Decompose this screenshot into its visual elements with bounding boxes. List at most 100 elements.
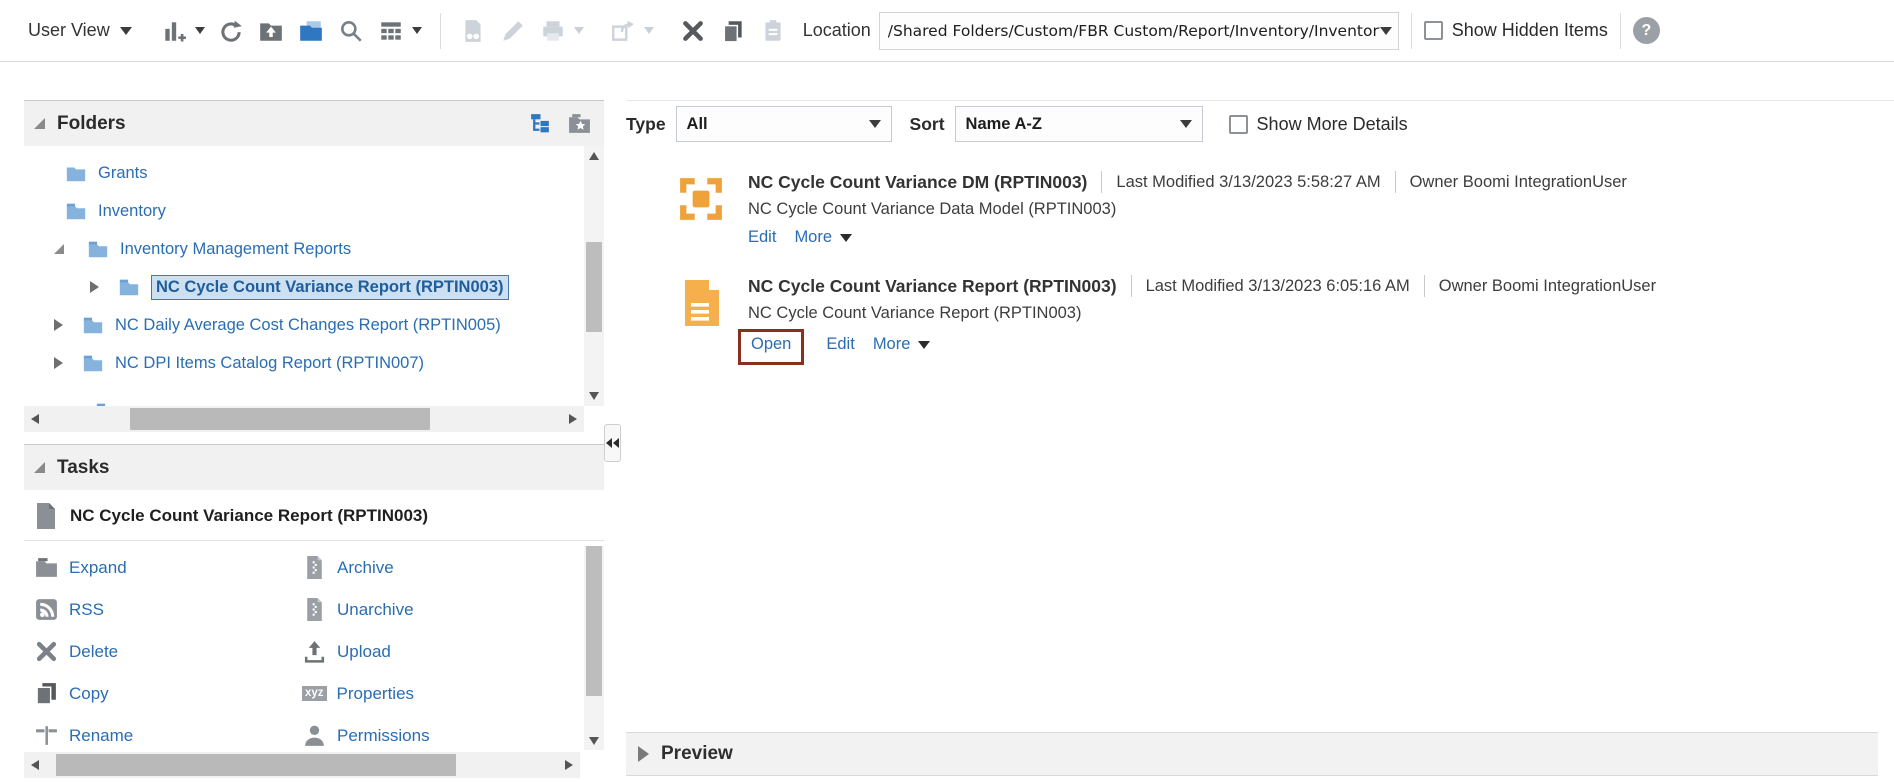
- task-copy[interactable]: Copy: [34, 681, 302, 706]
- tasks-panel-header[interactable]: Tasks: [24, 444, 604, 490]
- task-link-label[interactable]: Rename: [69, 726, 133, 746]
- show-hidden-checkbox[interactable]: [1424, 21, 1443, 40]
- collapse-triangle-icon[interactable]: [34, 118, 45, 129]
- task-rss[interactable]: RSS: [34, 597, 302, 622]
- folder-icon: [64, 162, 88, 184]
- tasks-horizontal-scrollbar[interactable]: [24, 752, 580, 778]
- tree-item-nc-dpi-items-catalog[interactable]: NC DPI Items Catalog Report (RPTIN007): [24, 344, 604, 382]
- task-upload[interactable]: Upload: [302, 639, 604, 664]
- divider: [1424, 275, 1425, 297]
- task-expand[interactable]: Expand: [34, 555, 302, 580]
- location-dropdown[interactable]: [879, 12, 1399, 50]
- scroll-right-icon[interactable]: [569, 414, 577, 424]
- type-label: Type: [626, 114, 666, 135]
- edit-link[interactable]: Edit: [826, 335, 854, 354]
- task-archive[interactable]: Archive: [302, 555, 604, 580]
- tree-item-label[interactable]: Inventory Management Reports: [120, 240, 351, 259]
- view-dropdown-icon[interactable]: [412, 27, 422, 34]
- folder-tree-view-icon[interactable]: [528, 111, 553, 136]
- task-rename[interactable]: Rename: [34, 723, 302, 748]
- tree-item-inventory[interactable]: Inventory: [24, 192, 604, 230]
- tree-item-label[interactable]: NC DPI Items Catalog Report (RPTIN007): [115, 354, 424, 373]
- tree-item-label[interactable]: Grants: [98, 164, 148, 183]
- task-link-label[interactable]: Unarchive: [337, 600, 414, 620]
- scroll-down-icon[interactable]: [589, 737, 599, 745]
- list-view-button[interactable]: [374, 14, 408, 48]
- tree-item-label[interactable]: Inventory: [98, 202, 166, 221]
- upload-folder-button[interactable]: [254, 14, 288, 48]
- task-link-label[interactable]: Permissions: [337, 726, 430, 746]
- tree-item-nc-daily-average-cost-changes[interactable]: NC Daily Average Cost Changes Report (RP…: [24, 306, 604, 344]
- scroll-left-icon[interactable]: [31, 414, 39, 424]
- task-link-label[interactable]: RSS: [69, 600, 104, 620]
- type-dropdown[interactable]: All: [676, 106, 892, 142]
- task-link-label[interactable]: Upload: [337, 642, 391, 662]
- share-button-disabled: [606, 14, 640, 48]
- collapsed-triangle-icon[interactable]: [54, 357, 63, 369]
- search-button[interactable]: [334, 14, 368, 48]
- more-dropdown-icon[interactable]: [840, 234, 852, 242]
- show-more-details-checkbox[interactable]: [1229, 115, 1248, 134]
- collapse-triangle-icon[interactable]: [34, 462, 45, 473]
- scrollbar-thumb[interactable]: [56, 754, 456, 776]
- item-description: NC Cycle Count Variance Data Model (RPTI…: [748, 200, 1627, 219]
- panel-collapse-handle[interactable]: [604, 424, 621, 462]
- collapsed-triangle-icon[interactable]: [90, 281, 99, 293]
- show-hidden-label: Show Hidden Items: [1452, 20, 1608, 41]
- task-link-label[interactable]: Copy: [69, 684, 109, 704]
- scrollbar-thumb[interactable]: [586, 546, 602, 696]
- open-link[interactable]: Open: [751, 335, 791, 354]
- copy-button[interactable]: [716, 14, 750, 48]
- collapsed-triangle-icon[interactable]: [54, 319, 63, 331]
- expand-triangle-icon[interactable]: [54, 244, 64, 254]
- task-link-label[interactable]: Expand: [69, 558, 127, 578]
- scroll-right-icon[interactable]: [565, 760, 573, 770]
- location-input[interactable]: [888, 22, 1380, 40]
- edit-link[interactable]: Edit: [748, 228, 776, 247]
- tree-horizontal-scrollbar[interactable]: [24, 406, 584, 432]
- item-title[interactable]: NC Cycle Count Variance DM (RPTIN003): [748, 172, 1087, 193]
- tree-item-label-selected[interactable]: NC Cycle Count Variance Report (RPTIN003…: [151, 275, 509, 300]
- more-dropdown-icon[interactable]: [918, 341, 930, 349]
- delete-x-icon: [680, 18, 706, 44]
- scrollbar-thumb[interactable]: [586, 242, 602, 332]
- tasks-vertical-scrollbar[interactable]: [584, 546, 604, 750]
- chart-new-dropdown-icon[interactable]: [195, 27, 205, 34]
- new-folder-icon[interactable]: [567, 111, 592, 136]
- folder-gray-icon: [34, 555, 59, 580]
- copy-folder-button[interactable]: [294, 14, 328, 48]
- task-unarchive[interactable]: Unarchive: [302, 597, 604, 622]
- item-owner: Owner Boomi IntegrationUser: [1410, 173, 1627, 192]
- help-button[interactable]: ?: [1633, 17, 1660, 44]
- preview-section-header[interactable]: Preview: [626, 732, 1878, 776]
- scroll-left-icon[interactable]: [31, 760, 39, 770]
- task-delete[interactable]: Delete: [34, 639, 302, 664]
- upload-icon: [302, 639, 327, 664]
- folders-panel-header[interactable]: Folders: [24, 100, 604, 146]
- scroll-up-icon[interactable]: [589, 152, 599, 160]
- task-properties[interactable]: xyz Properties: [302, 681, 604, 706]
- location-dropdown-icon[interactable]: [1380, 27, 1392, 35]
- more-link[interactable]: More: [794, 228, 832, 247]
- scrollbar-thumb[interactable]: [130, 408, 430, 430]
- tree-vertical-scrollbar[interactable]: [584, 146, 604, 406]
- task-link-label[interactable]: Archive: [337, 558, 394, 578]
- task-link-label[interactable]: Delete: [69, 642, 118, 662]
- tree-item-label[interactable]: NC Daily Average Cost Changes Report (RP…: [115, 316, 501, 335]
- task-link-label[interactable]: Properties: [337, 684, 414, 704]
- chart-new-button[interactable]: [157, 14, 191, 48]
- preview-title: Preview: [661, 743, 733, 765]
- task-permissions[interactable]: Permissions: [302, 723, 604, 748]
- tree-item-inventory-management-reports[interactable]: Inventory Management Reports: [24, 230, 604, 268]
- pencil-icon: [500, 18, 526, 44]
- tree-item-nc-cycle-count-variance-report[interactable]: NC Cycle Count Variance Report (RPTIN003…: [24, 268, 604, 306]
- sort-dropdown[interactable]: Name A-Z: [955, 106, 1203, 142]
- tree-item-grants[interactable]: Grants: [24, 154, 604, 192]
- item-title[interactable]: NC Cycle Count Variance Report (RPTIN003…: [748, 276, 1117, 297]
- refresh-button[interactable]: [214, 14, 248, 48]
- more-link[interactable]: More: [873, 335, 911, 354]
- expand-right-icon[interactable]: [638, 746, 649, 762]
- scroll-down-icon[interactable]: [589, 392, 599, 400]
- delete-button[interactable]: [676, 14, 710, 48]
- user-view-dropdown[interactable]: User View: [28, 20, 132, 41]
